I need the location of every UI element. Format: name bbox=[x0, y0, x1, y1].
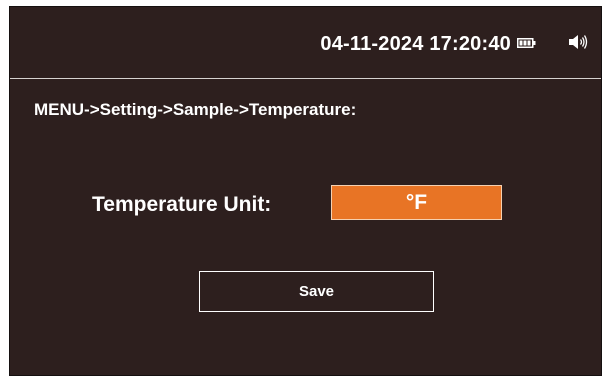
status-bar: 04-11-2024 17:20:40 bbox=[10, 7, 601, 79]
datetime-display: 04-11-2024 17:20:40 bbox=[320, 33, 511, 55]
temperature-unit-label: Temperature Unit: bbox=[92, 193, 272, 216]
speaker-icon bbox=[569, 35, 588, 49]
save-button-label: Save bbox=[298, 283, 335, 300]
device-screen: 04-11-2024 17:20:40 MENU->Setting->Sampl… bbox=[9, 6, 602, 376]
battery-icon bbox=[517, 38, 536, 48]
save-button[interactable]: Save bbox=[199, 271, 434, 312]
breadcrumb: MENU->Setting->Sample->Temperature: bbox=[34, 100, 357, 119]
temperature-unit-select[interactable]: °F bbox=[331, 185, 502, 220]
temperature-unit-value: °F bbox=[405, 190, 428, 214]
